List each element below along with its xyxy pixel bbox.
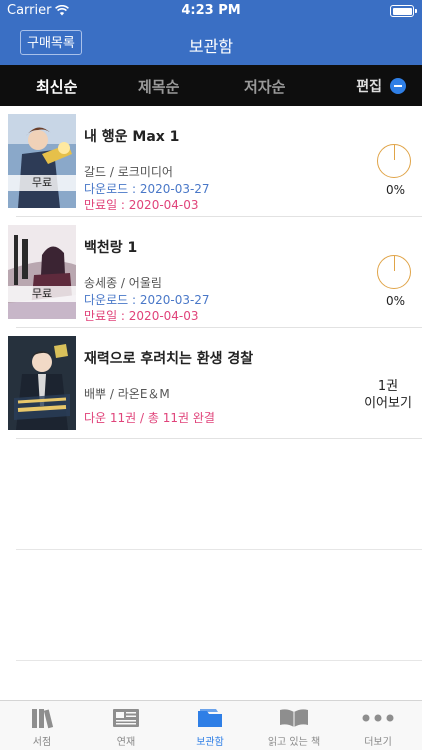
edit-button[interactable]: 편집: [356, 76, 406, 96]
tab-store[interactable]: 서점: [0, 706, 84, 748]
list-separator: [16, 549, 422, 550]
sort-tab-latest[interactable]: 최신순: [36, 76, 77, 97]
tab-library[interactable]: 보관함: [168, 706, 252, 748]
progress-percent: 0%: [385, 183, 405, 197]
newspaper-icon: [113, 709, 139, 727]
book-title: 재력으로 후려치는 환생 경찰: [84, 351, 254, 367]
tab-reading[interactable]: 읽고 있는 책: [252, 706, 336, 748]
free-badge: 무료: [8, 286, 76, 302]
more-dots-icon: [362, 714, 394, 722]
expire-date: 만료일 : 2020-04-03: [84, 198, 199, 212]
book-cover: 무료: [8, 225, 76, 319]
progress-percent: 0%: [385, 294, 405, 308]
battery-icon: [390, 5, 417, 17]
book-cover: 무료: [8, 114, 76, 208]
book-row[interactable]: 재력으로 후려치는 환생 경찰 배뿌 / 라온E＆M 다운 11권 / 총 11…: [0, 328, 422, 439]
book-cover: [8, 336, 76, 430]
tab-label: 읽고 있는 책: [267, 737, 321, 748]
book-row[interactable]: 무료 내 행운 Max 1 갈드 / 로크미디어 다운로드 : 2020-03-…: [0, 106, 422, 217]
books-icon: [32, 709, 54, 729]
download-date: 다운로드 : 2020-03-27: [84, 293, 210, 307]
edit-label: 편집: [356, 79, 382, 95]
tab-label: 서점: [32, 737, 52, 748]
book-author: 배뿌 / 라온E＆M: [84, 387, 170, 401]
book-title: 백천랑 1: [84, 240, 138, 256]
tab-serial[interactable]: 연재: [84, 706, 168, 748]
tab-label: 더보기: [364, 737, 392, 748]
continue-reading-button[interactable]: 1권 이어보기: [362, 378, 414, 412]
sort-tab-title[interactable]: 제목순: [138, 76, 179, 97]
book-row[interactable]: 무료 백천랑 1 송세종 / 어울림 다운로드 : 2020-03-27 만료일…: [0, 217, 422, 328]
open-book-icon: [280, 709, 308, 727]
tab-label: 보관함: [196, 737, 224, 748]
book-title: 내 행운 Max 1: [84, 129, 180, 145]
sort-tab-author[interactable]: 저자순: [244, 76, 285, 97]
series-count: 다운 11권 / 총 11권 완결: [84, 411, 215, 425]
sort-bar: 최신순 제목순 저자순 편집: [0, 65, 422, 106]
minus-circle-icon: [390, 78, 406, 94]
download-date: 다운로드 : 2020-03-27: [84, 182, 210, 196]
tab-bar: 서점 연재 보관함 읽고 있는 책 더보기: [0, 700, 422, 750]
folder-icon: [198, 709, 222, 727]
nav-bar: 구매목록 보관함: [0, 22, 422, 65]
progress-circle-icon: [377, 255, 411, 289]
tab-label: 연재: [116, 737, 136, 748]
book-author: 송세종 / 어울림: [84, 276, 162, 290]
book-author: 갈드 / 로크미디어: [84, 165, 173, 179]
continue-volume: 1권: [377, 379, 399, 394]
free-badge: 무료: [8, 175, 76, 191]
status-bar: Carrier 4:23 PM: [0, 0, 422, 22]
progress-circle-icon: [377, 144, 411, 178]
continue-label: 이어보기: [364, 396, 412, 411]
status-time: 4:23 PM: [181, 3, 241, 18]
list-separator: [16, 660, 422, 661]
tab-more[interactable]: 더보기: [336, 706, 420, 748]
book-list: 무료 내 행운 Max 1 갈드 / 로크미디어 다운로드 : 2020-03-…: [0, 106, 422, 439]
page-title: 보관함: [188, 37, 234, 56]
expire-date: 만료일 : 2020-04-03: [84, 309, 199, 323]
